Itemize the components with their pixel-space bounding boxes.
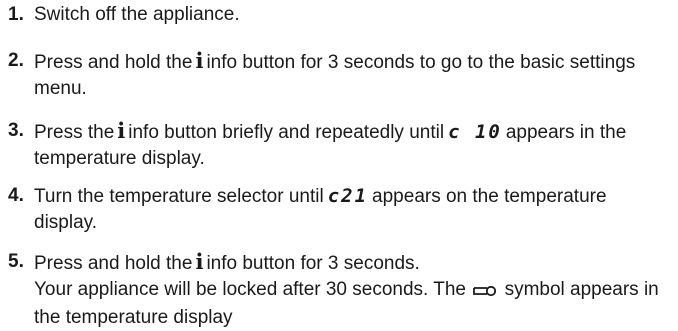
step-5: 5. Press and hold the i info button for 3 … — [8, 249, 674, 331]
note-text-pre: Your appliance will be locked after 30 s… — [34, 279, 466, 300]
step-text: Switch off the appliance. — [34, 4, 240, 25]
step-2: 2. Press and hold the i info button for 3 … — [8, 48, 674, 102]
step-number: 4. — [8, 185, 24, 206]
step-text-pre: Turn the temperature selector until — [34, 186, 324, 207]
step-3: 3. Press the i info button briefly and rep… — [8, 118, 674, 172]
step-text-mid: info button briefly and repeatedly until — [128, 122, 445, 143]
instruction-list: 1. Switch off the appliance. 2. Press an… — [0, 0, 678, 328]
step-text-pre: Press the — [34, 122, 115, 143]
info-icon: i — [195, 48, 204, 73]
display-code: c21 — [327, 185, 369, 207]
step-number: 2. — [8, 50, 24, 71]
step-number: 3. — [8, 120, 24, 141]
display-code: c 10 — [448, 121, 502, 143]
step-text-pre: Press and hold the — [34, 52, 193, 73]
step-1: 1. Switch off the appliance. — [8, 2, 674, 28]
key-icon — [473, 279, 497, 305]
step-text-pre: Press and hold the — [34, 253, 193, 274]
step-text-post: info button for 3 seconds. — [206, 253, 420, 274]
step-number: 5. — [8, 251, 24, 272]
info-icon: i — [195, 249, 204, 274]
info-icon: i — [117, 118, 126, 143]
step-4: 4. Turn the temperature selector until c2… — [8, 183, 674, 236]
step-number: 1. — [8, 4, 24, 25]
